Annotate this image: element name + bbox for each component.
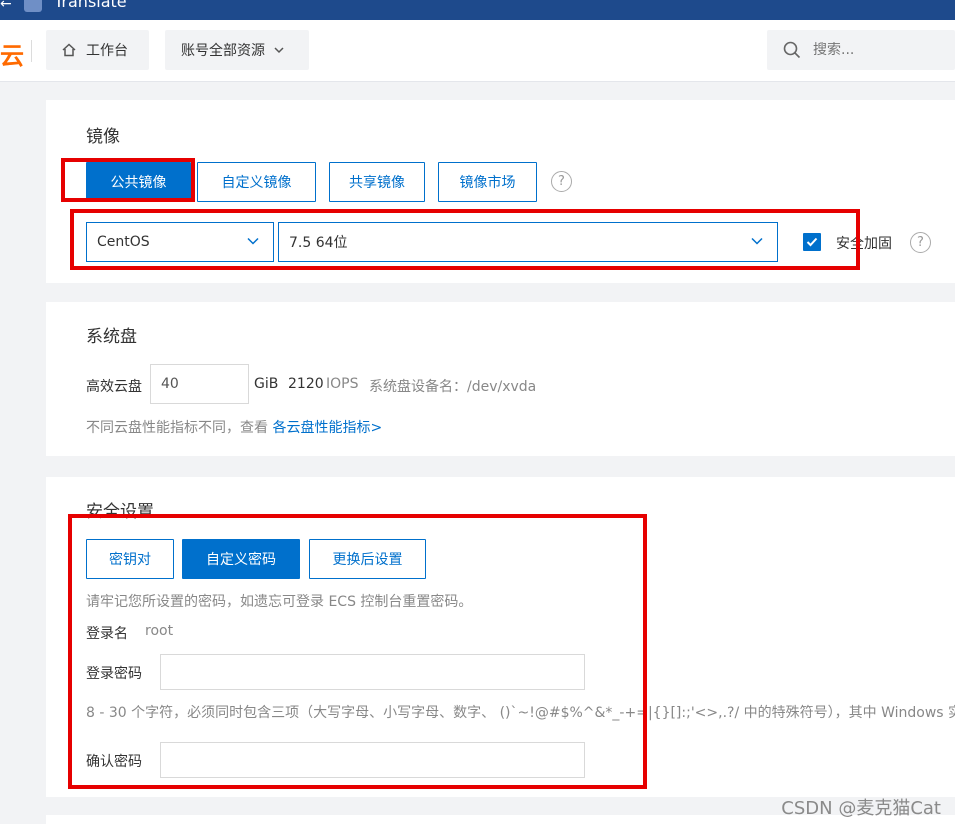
image-section-title: 镜像 — [86, 127, 120, 147]
workbench-button[interactable]: 工作台 — [46, 30, 149, 70]
chevron-down-icon — [751, 237, 763, 245]
workbench-label: 工作台 — [86, 43, 128, 59]
disk-size-unit: GiB — [254, 376, 279, 392]
tab-image-market[interactable]: 镜像市场 — [438, 162, 537, 202]
help-icon[interactable]: ? — [910, 232, 931, 253]
password-rule: 8 - 30 个字符，必须同时包含三项（大写字母、小写字母、数字、 ()`~!@… — [86, 705, 955, 721]
tab-custom-image-label: 自定义镜像 — [221, 175, 292, 191]
image-section: 镜像 公共镜像 自定义镜像 共享镜像 镜像市场 ? CentOS 7.5 64位… — [46, 100, 955, 283]
app-icon — [24, 0, 42, 12]
disk-size-input[interactable]: 40 — [150, 364, 249, 404]
os-select[interactable]: CentOS — [86, 222, 274, 262]
security-hardening-checkbox[interactable] — [803, 233, 821, 251]
chevron-down-icon — [247, 237, 259, 245]
iops-value: 2120 — [288, 376, 324, 392]
system-disk-section: 系统盘 高效云盘 40 GiB 2120 IOPS 系统盘设备名：/dev/xv… — [46, 302, 955, 456]
tab-keypair-label: 密钥对 — [109, 552, 151, 568]
resources-label: 账号全部资源 — [181, 43, 265, 59]
tab-custom-password-label: 自定义密码 — [206, 552, 276, 568]
header-divider — [31, 40, 32, 62]
console-header: 云 工作台 账号全部资源 — [0, 20, 955, 82]
back-arrow-icon[interactable]: ← — [0, 0, 12, 12]
tab-set-later-label: 更换后设置 — [332, 552, 403, 568]
disk-type-label: 高效云盘 — [86, 379, 142, 395]
home-icon — [62, 43, 76, 57]
perf-note-text: 不同云盘性能指标不同，查看 — [86, 420, 268, 436]
confirm-password-input[interactable] — [160, 742, 585, 778]
tab-shared-image-label: 共享镜像 — [349, 175, 405, 191]
perf-note: 不同云盘性能指标不同，查看 各云盘性能指标> — [86, 417, 382, 437]
login-name-value: root — [145, 623, 174, 639]
tab-shared-image[interactable]: 共享镜像 — [329, 162, 425, 202]
disk-section-title: 系统盘 — [86, 327, 137, 347]
security-section-title: 安全设置 — [86, 502, 154, 522]
perf-link[interactable]: 各云盘性能指标> — [272, 420, 382, 436]
password-hint: 请牢记您所设置的密码，如遗忘可登录 ECS 控制台重置密码。 — [86, 594, 473, 610]
resources-dropdown[interactable]: 账号全部资源 — [165, 30, 309, 70]
tab-set-later[interactable]: 更换后设置 — [309, 539, 426, 579]
search-icon — [783, 41, 801, 59]
disk-size-value: 40 — [161, 376, 179, 392]
os-select-value: CentOS — [97, 234, 150, 250]
password-label: 登录密码 — [86, 666, 142, 682]
window-title-bar: ← Translate — [0, 0, 955, 20]
version-select[interactable]: 7.5 64位 — [278, 222, 778, 262]
chevron-down-icon — [274, 47, 284, 54]
checkmark-icon — [806, 237, 818, 247]
version-select-value: 7.5 64位 — [289, 235, 348, 251]
window-title: Translate — [54, 0, 127, 11]
login-name-label: 登录名 — [86, 626, 128, 642]
help-icon[interactable]: ? — [551, 171, 572, 192]
search-box[interactable] — [767, 30, 955, 70]
security-section: 安全设置 密钥对 自定义密码 更换后设置 请牢记您所设置的密码，如遗忘可登录 E… — [46, 477, 955, 797]
confirm-password-label: 确认密码 — [86, 754, 142, 770]
security-hardening-label: 安全加固 — [836, 236, 892, 252]
tab-custom-image[interactable]: 自定义镜像 — [197, 162, 316, 202]
iops-unit: IOPS — [326, 376, 359, 392]
device-name: 系统盘设备名：/dev/xvda — [369, 379, 537, 395]
search-input[interactable] — [813, 42, 943, 58]
watermark: CSDN @麦克猫Cat — [781, 798, 941, 819]
tab-public-image-label: 公共镜像 — [110, 175, 167, 191]
tab-image-market-label: 镜像市场 — [459, 175, 516, 191]
tab-keypair[interactable]: 密钥对 — [86, 539, 174, 579]
logo[interactable]: 云 — [0, 36, 24, 71]
password-input[interactable] — [160, 654, 585, 690]
tab-custom-password[interactable]: 自定义密码 — [182, 539, 300, 579]
tab-public-image[interactable]: 公共镜像 — [86, 162, 191, 202]
